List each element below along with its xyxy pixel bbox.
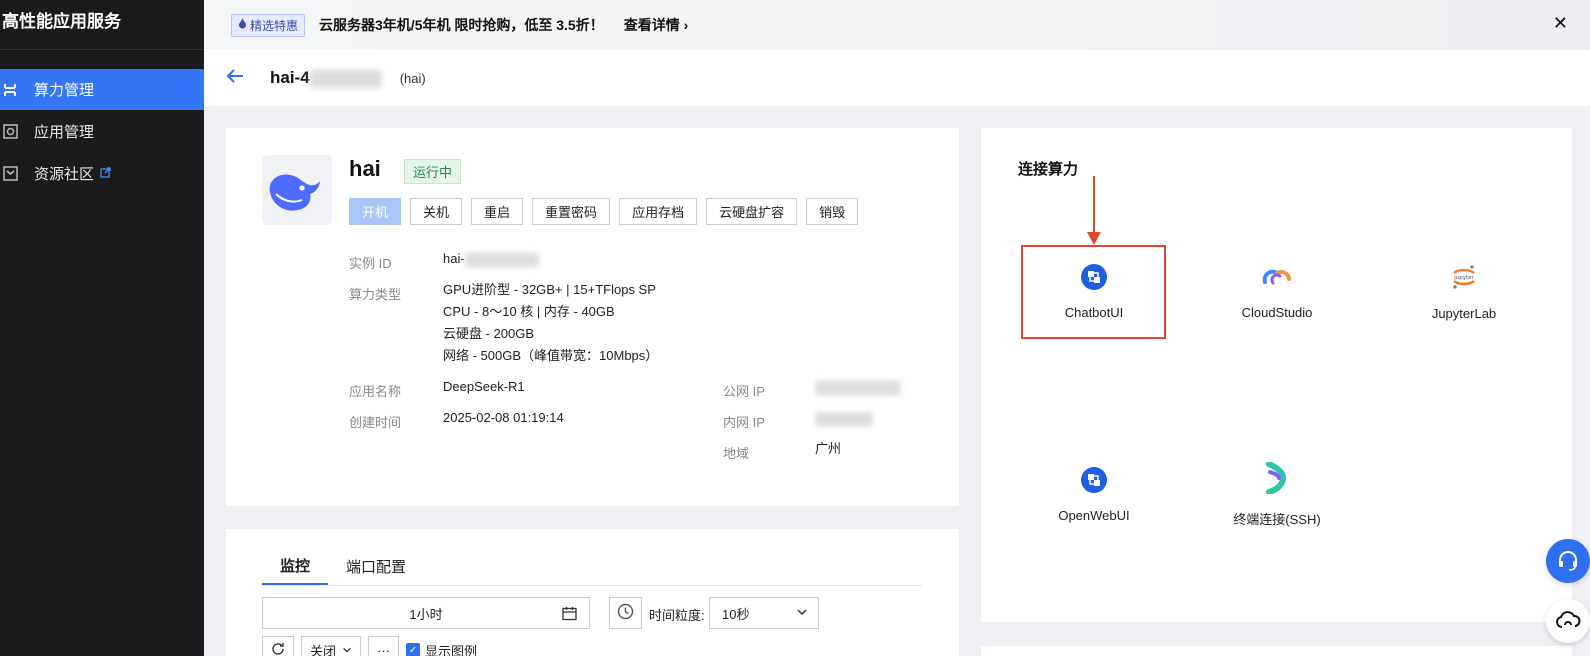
- instance-id-value: hai-: [443, 248, 539, 270]
- more-button[interactable]: ···: [368, 636, 400, 656]
- redacted-text: [815, 411, 873, 426]
- secondary-card: [981, 646, 1572, 656]
- created-time-value: 2025-02-08 01:19:14: [443, 410, 564, 425]
- promo-text: 云服务器3年机/5年机 限时抢购，低至 3.5折！: [319, 17, 604, 33]
- calendar-icon: [562, 606, 577, 624]
- redacted-text: [464, 252, 539, 267]
- power-off-button[interactable]: 关机: [410, 198, 463, 225]
- checkbox-checked-icon: ✓: [406, 643, 421, 656]
- auto-refresh-select[interactable]: 关闭: [301, 636, 362, 656]
- time-range-picker[interactable]: 1小时: [262, 597, 590, 629]
- promo-bar: 精选特惠 云服务器3年机/5年机 限时抢购，低至 3.5折！ 查看详情 › ✕: [204, 0, 1590, 50]
- community-icon: [2, 166, 18, 182]
- sidebar-item-apps[interactable]: 应用管理: [0, 111, 204, 152]
- promo-tag: 精选特惠: [231, 13, 306, 37]
- power-on-button[interactable]: 开机: [349, 198, 402, 225]
- redacted-text: [309, 69, 382, 88]
- redacted-text: [815, 380, 901, 395]
- customer-support-button[interactable]: [1546, 539, 1590, 583]
- page-subtitle: (hai): [399, 70, 426, 86]
- public-ip-value: [815, 376, 901, 398]
- instance-info-card: hai 运行中 开机 关机 重启 重置密码 应用存档 云硬盘扩容 销毁 实例 I…: [226, 128, 959, 506]
- chevron-down-icon: [342, 643, 352, 656]
- openwebui-icon: [1081, 467, 1107, 496]
- sidebar-item-label: 算力管理: [34, 82, 95, 99]
- brand-title: 高性能应用服务: [0, 0, 204, 50]
- page-title: hai-4: [270, 68, 382, 88]
- app-archive-button[interactable]: 应用存档: [619, 198, 698, 225]
- more-icon: ···: [377, 642, 391, 656]
- sidebar-item-compute[interactable]: 算力管理: [0, 69, 204, 110]
- sidebar-item-label: 资源社区: [34, 166, 95, 183]
- region-value: 广州: [815, 441, 842, 456]
- cloud-icon: [1555, 609, 1581, 634]
- annotation-arrow-head: [1087, 232, 1101, 245]
- tool-chatbotui[interactable]: ChatbotUI: [1024, 247, 1164, 337]
- region-label: 地域: [723, 446, 750, 461]
- granularity-label: 时间粒度:: [649, 608, 705, 623]
- back-arrow-icon[interactable]: [226, 67, 244, 90]
- page-header: hai-4 (hai): [204, 50, 1590, 106]
- clock-button[interactable]: [609, 597, 642, 629]
- tool-openwebui[interactable]: OpenWebUI: [1024, 450, 1164, 540]
- tool-cloudstudio[interactable]: CloudStudio: [1207, 247, 1347, 337]
- connect-card: 连接算力 ChatbotUI CloudStudio jupyter Jupyt…: [981, 128, 1572, 622]
- monitor-toolbar: 关闭 ··· ✓ 显示图例: [262, 636, 477, 656]
- instance-id-label: 实例 ID: [349, 256, 392, 271]
- app-icon: [2, 124, 18, 140]
- terminal-icon: [1264, 461, 1290, 497]
- legend-toggle[interactable]: ✓ 显示图例: [406, 641, 477, 656]
- compute-type-label: 算力类型: [349, 287, 402, 302]
- sidebar-item-community[interactable]: 资源社区: [0, 153, 204, 194]
- tab-monitor[interactable]: 监控: [262, 547, 329, 585]
- app-name-label: 应用名称: [349, 384, 402, 399]
- sidebar: 高性能应用服务 算力管理 应用管理 资源社区: [0, 0, 204, 656]
- tool-ssh-terminal[interactable]: 终端连接(SSH): [1207, 450, 1347, 540]
- annotation-arrow: [1093, 176, 1095, 236]
- restart-button[interactable]: 重启: [471, 198, 524, 225]
- jupyter-icon: jupyter: [1450, 263, 1478, 294]
- expand-disk-button[interactable]: 云硬盘扩容: [706, 198, 798, 225]
- granularity-select[interactable]: 10秒: [709, 597, 819, 629]
- svg-text:jupyter: jupyter: [1453, 275, 1474, 281]
- deepseek-logo-icon: [262, 155, 332, 225]
- private-ip-value: [815, 407, 873, 429]
- tab-port-config[interactable]: 端口配置: [328, 547, 424, 585]
- chatbotui-icon: [1081, 264, 1107, 293]
- close-icon[interactable]: ✕: [1553, 13, 1568, 34]
- refresh-icon: [271, 642, 285, 656]
- refresh-button[interactable]: [262, 636, 294, 656]
- reset-password-button[interactable]: 重置密码: [532, 198, 611, 225]
- promo-detail-link[interactable]: 查看详情 ›: [624, 15, 689, 35]
- headset-icon: [1556, 548, 1580, 575]
- clock-icon: [617, 603, 634, 623]
- app-name-value: DeepSeek-R1: [443, 379, 525, 394]
- compute-type-value: GPU进阶型 - 32GB+ | 15+TFlops SP CPU - 8～10…: [443, 282, 659, 363]
- chevron-down-icon: [796, 606, 808, 621]
- grid-icon: [2, 82, 18, 98]
- chevron-right-icon: ›: [683, 17, 689, 33]
- status-badge: 运行中: [404, 159, 462, 184]
- monitor-tabs: 监控 端口配置: [262, 547, 922, 586]
- connect-title: 连接算力: [1018, 161, 1079, 178]
- flame-icon: [238, 18, 247, 32]
- action-buttons: 开机 关机 重启 重置密码 应用存档 云硬盘扩容 销毁: [349, 198, 859, 225]
- cloud-assistant-button[interactable]: [1546, 599, 1590, 643]
- created-time-label: 创建时间: [349, 415, 402, 430]
- instance-name: hai: [349, 156, 381, 181]
- tool-jupyterlab[interactable]: jupyter JupyterLab: [1394, 247, 1534, 337]
- destroy-button[interactable]: 销毁: [806, 198, 859, 225]
- external-link-icon: [100, 166, 111, 181]
- public-ip-label: 公网 IP: [723, 384, 765, 399]
- cloudstudio-icon: [1259, 264, 1295, 293]
- private-ip-label: 内网 IP: [723, 415, 765, 430]
- sidebar-item-label: 应用管理: [34, 124, 95, 141]
- monitor-card: 监控 端口配置 1小时 时间粒度: 10秒 关闭 ··· ✓ 显示图例: [226, 529, 959, 656]
